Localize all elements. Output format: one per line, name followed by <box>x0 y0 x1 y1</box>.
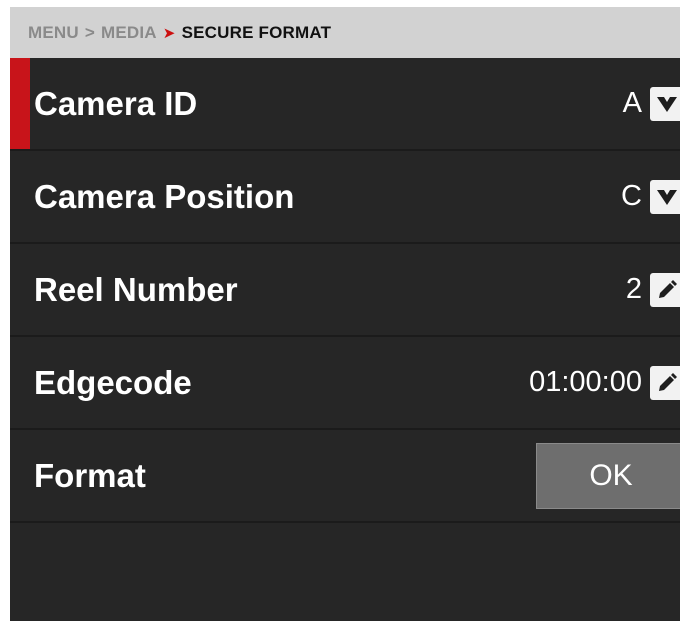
breadcrumb-secure-format: SECURE FORMAT <box>181 22 332 42</box>
chevron-down-icon[interactable] <box>650 86 680 121</box>
breadcrumb-active-separator-icon: ➤ <box>162 24 176 42</box>
row-camera-position[interactable]: Camera Position C <box>10 151 680 244</box>
edgecode-control[interactable]: 01:00:00 <box>529 365 680 400</box>
row-format: Format OK <box>10 430 680 523</box>
breadcrumb-separator: > <box>84 22 95 42</box>
pencil-icon[interactable] <box>650 272 680 307</box>
pencil-icon[interactable] <box>650 365 680 400</box>
row-edgecode[interactable]: Edgecode 01:00:00 <box>10 337 680 430</box>
edgecode-label: Edgecode <box>34 363 192 401</box>
format-ok-button[interactable]: OK <box>536 442 680 509</box>
row-camera-id[interactable]: Camera ID A <box>10 58 680 151</box>
secure-format-menu: MENU > MEDIA ➤ SECURE FORMAT Camera ID A… <box>10 7 680 621</box>
chevron-down-icon[interactable] <box>650 179 680 214</box>
reel-number-label: Reel Number <box>34 270 238 308</box>
camera-id-label: Camera ID <box>34 84 198 122</box>
breadcrumb: MENU > MEDIA ➤ SECURE FORMAT <box>10 7 680 58</box>
camera-id-value: A <box>622 87 642 119</box>
camera-id-control[interactable]: A <box>622 86 680 121</box>
reel-number-value: 2 <box>625 273 642 305</box>
camera-position-control[interactable]: C <box>621 179 680 214</box>
breadcrumb-media[interactable]: MEDIA <box>101 23 157 43</box>
format-label: Format <box>34 456 146 494</box>
edgecode-value: 01:00:00 <box>529 366 642 398</box>
reel-number-control[interactable]: 2 <box>625 272 680 307</box>
camera-position-value: C <box>621 180 642 212</box>
camera-position-label: Camera Position <box>34 177 295 215</box>
row-reel-number[interactable]: Reel Number 2 <box>10 244 680 337</box>
breadcrumb-menu[interactable]: MENU <box>28 23 79 43</box>
